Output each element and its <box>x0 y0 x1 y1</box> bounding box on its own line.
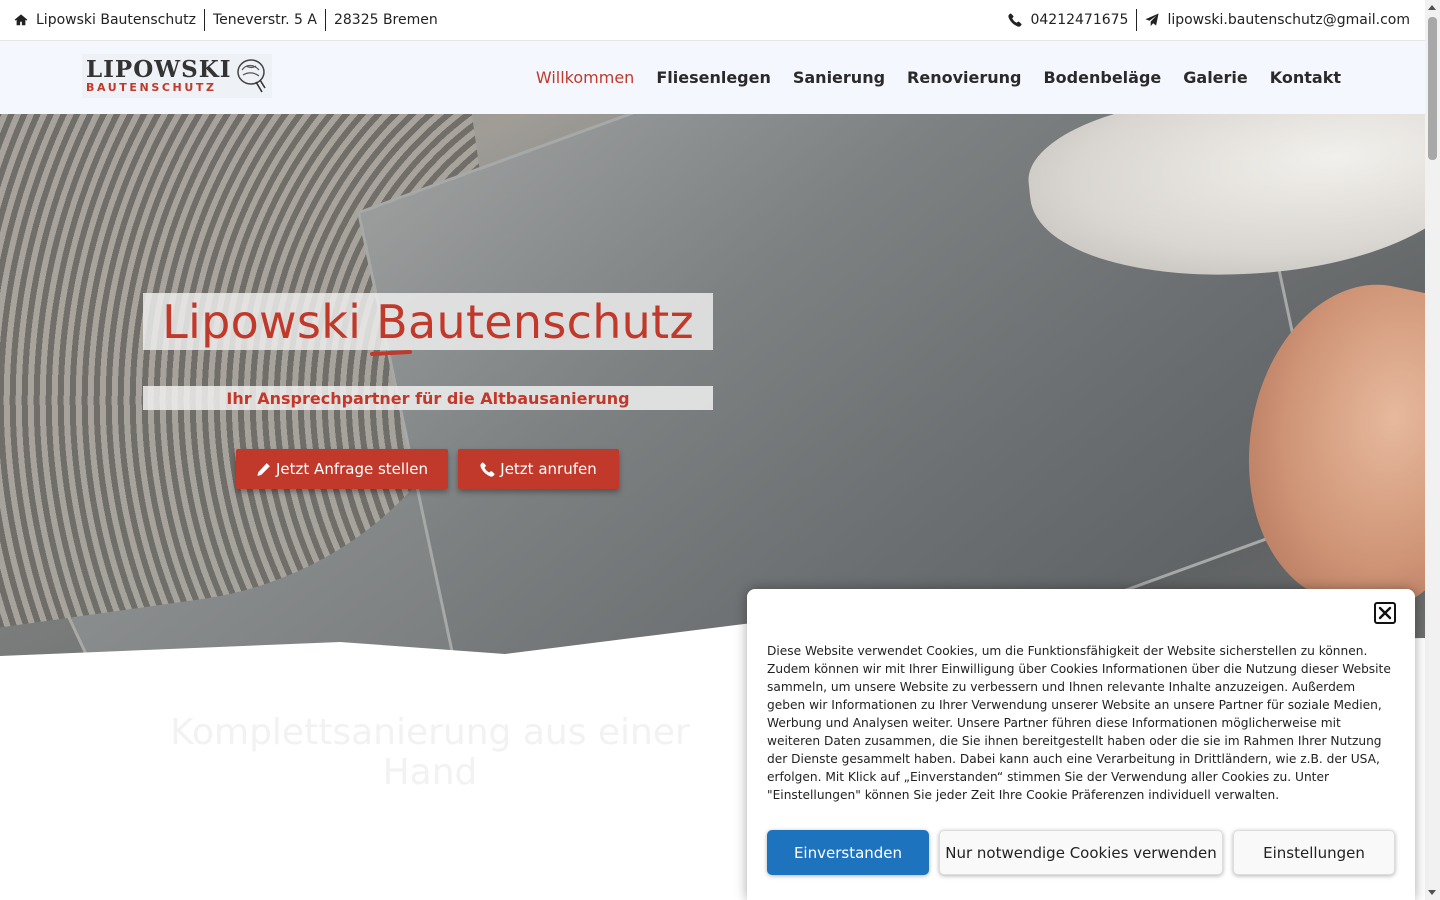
hero-title-box: Lipowski Bautenschutz <box>143 293 713 350</box>
cookie-settings-button[interactable]: Einstellungen <box>1233 830 1395 875</box>
address-group: Lipowski Bautenschutz Teneverstr. 5 A 28… <box>14 9 438 31</box>
pencil-icon <box>257 462 270 476</box>
hero-title: Lipowski Bautenschutz <box>162 294 694 349</box>
street-text: Teneverstr. 5 A <box>212 12 317 28</box>
main-nav: Willkommen Fliesenlegen Sanierung Renovi… <box>514 41 1341 114</box>
section-title: Komplettsanierung aus einer Hand <box>170 712 690 793</box>
company-item: Lipowski Bautenschutz <box>14 9 204 31</box>
city-item: 28325 Bremen <box>324 9 438 31</box>
cookie-necessary-button[interactable]: Nur notwendige Cookies verwenden <box>939 830 1223 875</box>
cookie-banner: Diese Website verwendet Cookies, um die … <box>747 589 1415 900</box>
call-button[interactable]: Jetzt anrufen <box>458 449 619 489</box>
page-scrollbar[interactable] <box>1425 0 1440 900</box>
cookie-text: Diese Website verwendet Cookies, um die … <box>767 644 1391 802</box>
site-header: LIPOWSKI BAUTENSCHUTZ Willkommen Fliesen… <box>0 41 1425 114</box>
hero-section: Lipowski Bautenschutz Ihr Ansprechpartne… <box>0 114 1425 662</box>
hero-subtitle-box: Ihr Ansprechpartner für die Altbausanier… <box>143 386 713 410</box>
cookie-accept-button[interactable]: Einverstanden <box>767 830 929 875</box>
phone-icon <box>480 461 495 477</box>
scroll-down-arrow-icon[interactable] <box>1428 890 1436 895</box>
close-icon <box>1378 606 1392 620</box>
request-button[interactable]: Jetzt Anfrage stellen <box>236 449 448 489</box>
nav-willkommen[interactable]: Willkommen <box>536 68 634 87</box>
request-button-label: Jetzt Anfrage stellen <box>276 460 428 478</box>
logo-subtitle: BAUTENSCHUTZ <box>86 81 217 94</box>
logo-name: LIPOWSKI <box>86 56 232 83</box>
phone-icon <box>1008 13 1023 27</box>
city-text: 28325 Bremen <box>333 12 438 28</box>
nav-sanierung[interactable]: Sanierung <box>793 68 885 87</box>
nav-bodenbelaege[interactable]: Bodenbeläge <box>1043 68 1161 87</box>
logo-mark-icon <box>237 59 266 93</box>
paper-plane-icon <box>1145 13 1160 27</box>
email-text: lipowski.bautenschutz@gmail.com <box>1167 12 1410 28</box>
home-icon <box>14 14 28 26</box>
email-link[interactable]: lipowski.bautenschutz@gmail.com <box>1136 9 1410 31</box>
top-info-bar: Lipowski Bautenschutz Teneverstr. 5 A 28… <box>0 0 1425 41</box>
call-button-label: Jetzt anrufen <box>500 460 597 478</box>
contact-group: 04212471675 lipowski.bautenschutz@gmail.… <box>1008 9 1410 31</box>
street-item: Teneverstr. 5 A <box>203 9 325 31</box>
nav-renovierung[interactable]: Renovierung <box>907 68 1021 87</box>
phone-link[interactable]: 04212471675 <box>1008 9 1136 31</box>
company-name: Lipowski Bautenschutz <box>36 12 196 28</box>
site-logo[interactable]: LIPOWSKI BAUTENSCHUTZ <box>82 54 272 98</box>
cookie-close-button[interactable] <box>1374 602 1396 624</box>
phone-text: 04212471675 <box>1030 12 1129 28</box>
scroll-thumb[interactable] <box>1428 17 1437 160</box>
scroll-up-arrow-icon[interactable] <box>1428 5 1436 10</box>
hero-subtitle: Ihr Ansprechpartner für die Altbausanier… <box>226 388 630 408</box>
nav-fliesenlegen[interactable]: Fliesenlegen <box>656 68 771 87</box>
nav-kontakt[interactable]: Kontakt <box>1270 68 1341 87</box>
nav-galerie[interactable]: Galerie <box>1183 68 1248 87</box>
